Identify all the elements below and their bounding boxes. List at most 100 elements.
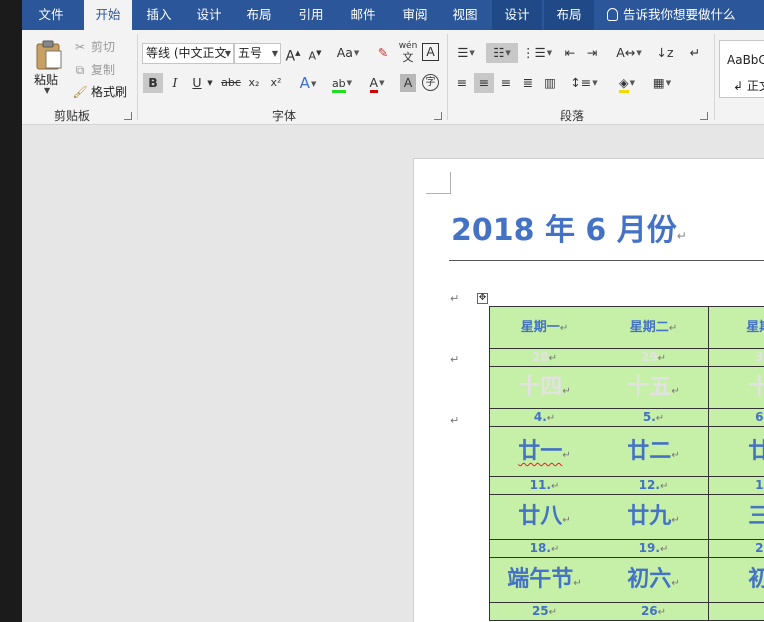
- highlight-button[interactable]: ab▼: [328, 73, 356, 93]
- weekday-header-text: 星期一: [520, 320, 560, 335]
- lunar-date-cell[interactable]: 廿二↵: [599, 427, 709, 477]
- text-effects-button[interactable]: A▼: [294, 73, 322, 93]
- calendar-table[interactable]: 星期一↵星期二↵星期↵28↵29↵3↵十四↵十五↵十↵4.↵5.↵6↵廿一↵廿二…: [489, 306, 764, 622]
- text-direction-button[interactable]: A↔▼: [614, 43, 644, 63]
- date-number-cell-text: 18.: [529, 541, 551, 555]
- date-number-cell[interactable]: 6↵: [709, 409, 764, 427]
- bullets-button[interactable]: ☰▼: [452, 43, 480, 63]
- date-number-cell[interactable]: 25↵: [489, 603, 600, 621]
- grow-font-button[interactable]: A▲: [285, 43, 301, 65]
- subscript-button[interactable]: x₂: [245, 73, 263, 93]
- lunar-date-cell[interactable]: 初六↵: [599, 558, 709, 603]
- clear-formatting-icon[interactable]: ✎: [374, 43, 392, 63]
- enclose-characters-button[interactable]: 字: [422, 74, 439, 91]
- weekday-header[interactable]: 星期↵: [709, 306, 764, 349]
- date-number-cell[interactable]: 1↵: [709, 477, 764, 495]
- lunar-date-cell[interactable]: 初↵: [709, 558, 764, 603]
- lunar-date-cell[interactable]: 三↵: [709, 495, 764, 540]
- italic-button[interactable]: I: [165, 73, 185, 93]
- font-group-label: 字体: [271, 109, 296, 123]
- sort-icon[interactable]: ↓z: [656, 43, 674, 63]
- date-number-cell[interactable]: 4.↵: [489, 409, 600, 427]
- paragraph-mark: ↵: [548, 607, 558, 618]
- borders-button[interactable]: ▦▼: [646, 73, 678, 93]
- cut-button[interactable]: ✂ 剪切: [72, 38, 115, 55]
- lunar-date-cell[interactable]: 十四↵: [489, 367, 600, 409]
- multilevel-list-button[interactable]: ⋮☰▼: [522, 43, 552, 63]
- lunar-date-cell[interactable]: 十五↵: [599, 367, 709, 409]
- show-marks-icon[interactable]: ↵: [686, 43, 704, 63]
- date-number-cell[interactable]: [709, 603, 764, 621]
- lunar-date-cell-text: 廿: [748, 439, 764, 464]
- weekday-header[interactable]: 星期一↵: [489, 306, 600, 349]
- table-move-handle-icon[interactable]: ✥: [477, 293, 488, 304]
- change-case-button[interactable]: Aa▼: [334, 43, 362, 63]
- date-number-cell[interactable]: 19.↵: [599, 540, 709, 558]
- tab-view[interactable]: 视图: [442, 0, 488, 30]
- date-number-cell[interactable]: 5.↵: [599, 409, 709, 427]
- align-center-icon[interactable]: ≡: [474, 73, 494, 93]
- numbering-button[interactable]: ☷▼: [486, 43, 518, 63]
- date-number-cell[interactable]: 26↵: [599, 603, 709, 621]
- align-left-icon[interactable]: ≡: [452, 73, 472, 93]
- lunar-date-cell[interactable]: 廿一↵: [489, 427, 600, 477]
- character-border-button[interactable]: A: [422, 43, 439, 61]
- tell-me-box[interactable]: 告诉我你想要做什么: [607, 0, 736, 30]
- date-number-cell[interactable]: 3↵: [709, 349, 764, 367]
- phonetic-guide-button[interactable]: wén 文: [398, 41, 418, 63]
- lunar-date-cell[interactable]: 十↵: [709, 367, 764, 409]
- date-number-cell[interactable]: 29↵: [599, 349, 709, 367]
- weekday-header[interactable]: 星期二↵: [599, 306, 709, 349]
- paragraph-dialog-launcher-icon[interactable]: [700, 112, 708, 120]
- paragraph-mark: ↵: [450, 414, 460, 427]
- font-color-button[interactable]: A▼: [364, 73, 390, 93]
- align-right-icon[interactable]: ≡: [496, 73, 516, 93]
- font-dialog-launcher-icon[interactable]: [434, 112, 442, 120]
- shading-button[interactable]: ◈▼: [612, 73, 642, 93]
- paragraph-mark: ↵: [562, 386, 571, 397]
- line-spacing-button[interactable]: ↕≡▼: [569, 73, 599, 93]
- justify-icon[interactable]: ≣: [518, 73, 538, 93]
- underline-button[interactable]: U: [187, 73, 207, 93]
- date-number-cell[interactable]: 18.↵: [489, 540, 600, 558]
- date-number-cell[interactable]: 12.↵: [599, 477, 709, 495]
- document-title[interactable]: 2018 年 6 月份↵: [451, 205, 687, 249]
- lunar-date-cell[interactable]: 廿九↵: [599, 495, 709, 540]
- superscript-button[interactable]: x²: [267, 73, 285, 93]
- character-shading-button[interactable]: A: [400, 74, 416, 92]
- date-number-cell[interactable]: 11.↵: [489, 477, 600, 495]
- increase-indent-icon[interactable]: ⇥: [582, 43, 602, 63]
- format-painter-button[interactable]: 🖌 格式刷: [72, 83, 127, 100]
- date-number-cell[interactable]: 28↵: [489, 349, 600, 367]
- strikethrough-button[interactable]: abc: [220, 73, 242, 93]
- tab-layout[interactable]: 布局: [236, 0, 282, 30]
- date-number-cell[interactable]: 2↵: [709, 540, 764, 558]
- paragraph-mark: ↵: [450, 353, 460, 366]
- lunar-date-cell[interactable]: 端午节↵: [489, 558, 600, 603]
- lunar-date-cell[interactable]: 廿↵: [709, 427, 764, 477]
- underline-dropdown-icon[interactable]: ▼: [206, 73, 214, 93]
- decrease-indent-icon[interactable]: ⇤: [560, 43, 580, 63]
- chevron-down-icon: ▼: [224, 49, 231, 58]
- clipboard-paste-icon[interactable]: [35, 40, 63, 70]
- tab-insert[interactable]: 插入: [136, 0, 182, 30]
- styles-gallery[interactable]: AaBbC ↲ 正文: [719, 40, 764, 98]
- tab-table-layout[interactable]: 布局: [544, 0, 594, 30]
- paragraph-mark: ↵: [671, 386, 680, 397]
- tab-table-design[interactable]: 设计: [492, 0, 542, 30]
- tab-home[interactable]: 开始: [84, 0, 132, 30]
- tab-review[interactable]: 审阅: [392, 0, 438, 30]
- bold-button[interactable]: B: [143, 73, 163, 93]
- paste-dropdown-icon[interactable]: ▼: [44, 86, 50, 95]
- distributed-icon[interactable]: ▥: [540, 73, 560, 93]
- tab-design[interactable]: 设计: [186, 0, 232, 30]
- font-size-combo[interactable]: 五号 ▼: [234, 43, 281, 64]
- tab-mailings[interactable]: 邮件: [340, 0, 386, 30]
- copy-button[interactable]: ⧉ 复制: [72, 61, 115, 78]
- shrink-font-button[interactable]: A▼: [307, 43, 323, 63]
- tab-references[interactable]: 引用: [288, 0, 334, 30]
- paragraph-mark: ↵: [657, 607, 667, 618]
- lunar-date-cell[interactable]: 廿八↵: [489, 495, 600, 540]
- font-name-combo[interactable]: 等线 (中文正文 ▼: [142, 43, 234, 64]
- clipboard-dialog-launcher-icon[interactable]: [124, 112, 132, 120]
